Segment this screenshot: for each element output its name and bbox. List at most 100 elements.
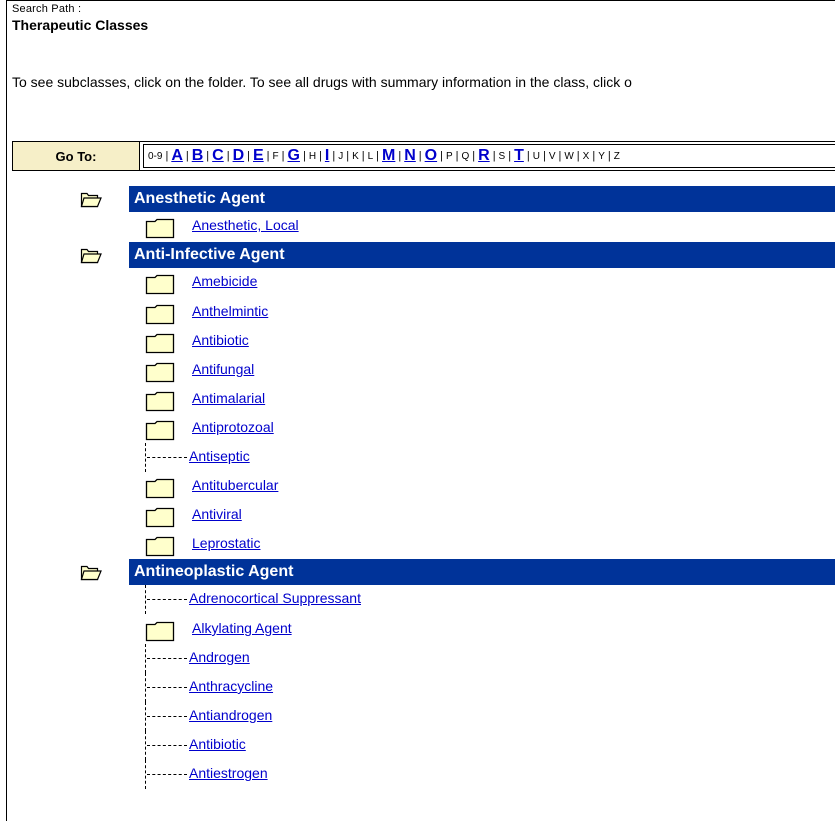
open-folder-icon[interactable] xyxy=(80,563,102,581)
tree-connector xyxy=(145,702,191,731)
alphabet-m-link[interactable]: M xyxy=(382,147,395,165)
alphabet-separator: | xyxy=(472,150,476,162)
subclass-link[interactable]: Anthelmintic xyxy=(192,303,268,319)
alphabet-separator: | xyxy=(592,150,596,162)
alphabet-separator: | xyxy=(247,150,250,162)
alphabet-separator: | xyxy=(185,150,189,162)
alphabet-z-label: Z xyxy=(613,150,620,162)
alphabet-c-link[interactable]: C xyxy=(212,147,224,165)
alphabet-n-link[interactable]: N xyxy=(404,147,416,165)
alphabet-d-link[interactable]: D xyxy=(233,147,245,165)
alphabet-r-link[interactable]: R xyxy=(478,147,490,165)
alphabet-b-link[interactable]: B xyxy=(192,147,204,165)
alphabet-separator: | xyxy=(542,150,546,162)
tree-connector xyxy=(145,644,191,673)
subclass-row: Anesthetic, Local xyxy=(7,212,835,242)
alphabet-nav: 0-9 | A | B | C | D | E | F | G | H | I | J | K | L | M | N | O | P | Q | R |… xyxy=(143,144,835,168)
alphabet-separator: | xyxy=(361,150,365,162)
subclass-row: Antibiotic xyxy=(7,731,835,760)
alphabet-separator: | xyxy=(508,150,512,162)
folder-icon[interactable] xyxy=(145,361,175,383)
subclass-row: Antitubercular xyxy=(7,472,835,501)
subclass-link[interactable]: Antiandrogen xyxy=(189,707,272,723)
subclass-row: Anthracycline xyxy=(7,673,835,702)
alphabet-s-label: S xyxy=(498,150,506,162)
category-header[interactable]: Anesthetic Agent xyxy=(129,186,835,212)
content-frame: Search Path : Therapeutic Classes To see… xyxy=(6,0,835,821)
category-row: Anti-Infective Agent xyxy=(7,242,835,268)
alphabet-f-label: F xyxy=(272,150,279,162)
open-folder-icon[interactable] xyxy=(80,246,102,264)
subclass-link[interactable]: Androgen xyxy=(189,649,250,665)
subclass-link[interactable]: Amebicide xyxy=(192,273,257,289)
subclass-link[interactable]: Antimalarial xyxy=(192,390,265,406)
folder-icon[interactable] xyxy=(145,477,175,499)
goto-label: Go To: xyxy=(13,142,140,170)
alphabet-separator: | xyxy=(165,150,169,162)
alphabet-separator: | xyxy=(418,150,422,162)
subclass-link[interactable]: Anthracycline xyxy=(189,678,273,694)
alphabet-a-link[interactable]: A xyxy=(171,147,183,165)
subclass-row: Anthelmintic xyxy=(7,298,835,327)
open-folder-icon[interactable] xyxy=(80,190,102,208)
goto-bar: Go To: 0-9 | A | B | C | D | E | F | G | H | I | J | K | L | M | N | O… xyxy=(12,141,835,171)
subclass-row: Antimalarial xyxy=(7,385,835,414)
folder-icon[interactable] xyxy=(145,332,175,354)
alphabet-w-label: W xyxy=(564,150,574,162)
alphabet-separator: | xyxy=(281,150,285,162)
alphabet-y-label: Y xyxy=(598,150,605,162)
tree-connector xyxy=(145,585,191,614)
category-header[interactable]: Anti-Infective Agent xyxy=(129,242,835,268)
alphabet-separator: | xyxy=(226,150,230,162)
subclass-link[interactable]: Antibiotic xyxy=(192,332,249,348)
folder-icon[interactable] xyxy=(145,390,175,412)
subclass-link[interactable]: Antitubercular xyxy=(192,477,278,493)
subclass-row: Amebicide xyxy=(7,268,835,298)
alphabet-0-9-label: 0-9 xyxy=(148,150,163,162)
subclass-row: Antiandrogen xyxy=(7,702,835,731)
folder-icon[interactable] xyxy=(145,535,175,557)
alphabet-separator: | xyxy=(346,150,350,162)
subclass-row: Leprostatic xyxy=(7,530,835,559)
folder-icon[interactable] xyxy=(145,303,175,325)
page-title: Therapeutic Classes xyxy=(12,17,149,33)
subclass-link[interactable]: Antiviral xyxy=(192,506,242,522)
therapeutic-class-tree: Anesthetic Agent Anesthetic, Local Anti-In… xyxy=(7,186,835,789)
instructions-text: To see subclasses, click on the folder. … xyxy=(12,74,632,90)
subclass-row: Antiviral xyxy=(7,501,835,530)
folder-icon[interactable] xyxy=(145,506,175,528)
alphabet-l-label: L xyxy=(367,150,374,162)
alphabet-u-label: U xyxy=(532,150,540,162)
alphabet-e-link[interactable]: E xyxy=(253,147,264,165)
folder-icon[interactable] xyxy=(145,217,175,239)
alphabet-separator: | xyxy=(206,150,210,162)
subclass-link[interactable]: Antiprotozoal xyxy=(192,419,274,435)
alphabet-separator: | xyxy=(440,150,443,162)
subclass-link[interactable]: Alkylating Agent xyxy=(192,620,292,636)
subclass-link[interactable]: Leprostatic xyxy=(192,535,260,551)
subclass-link[interactable]: Antiestrogen xyxy=(189,765,268,781)
folder-icon[interactable] xyxy=(145,419,175,441)
subclass-row: Alkylating Agent xyxy=(7,615,835,644)
alphabet-separator: | xyxy=(492,150,496,162)
subclass-row: Adrenocortical Suppressant xyxy=(7,585,835,615)
alphabet-separator: | xyxy=(319,150,322,162)
subclass-link[interactable]: Antiseptic xyxy=(189,448,250,464)
alphabet-i-link[interactable]: I xyxy=(325,147,329,165)
subclass-row: Antifungal xyxy=(7,356,835,385)
category-header[interactable]: Antineoplastic Agent xyxy=(129,559,835,585)
alphabet-x-label: X xyxy=(582,150,590,162)
alphabet-g-link[interactable]: G xyxy=(288,147,300,165)
subclass-link[interactable]: Anesthetic, Local xyxy=(192,217,299,233)
subclass-link[interactable]: Antibiotic xyxy=(189,736,246,752)
alphabet-k-label: K xyxy=(352,150,359,162)
subclass-link[interactable]: Adrenocortical Suppressant xyxy=(189,590,361,606)
folder-icon[interactable] xyxy=(145,620,175,642)
folder-icon[interactable] xyxy=(145,273,175,295)
alphabet-v-label: V xyxy=(548,150,556,162)
tree-connector xyxy=(145,673,191,702)
alphabet-p-label: P xyxy=(445,150,453,162)
alphabet-o-link[interactable]: O xyxy=(425,147,437,165)
alphabet-t-link[interactable]: T xyxy=(514,147,524,165)
subclass-link[interactable]: Antifungal xyxy=(192,361,254,377)
